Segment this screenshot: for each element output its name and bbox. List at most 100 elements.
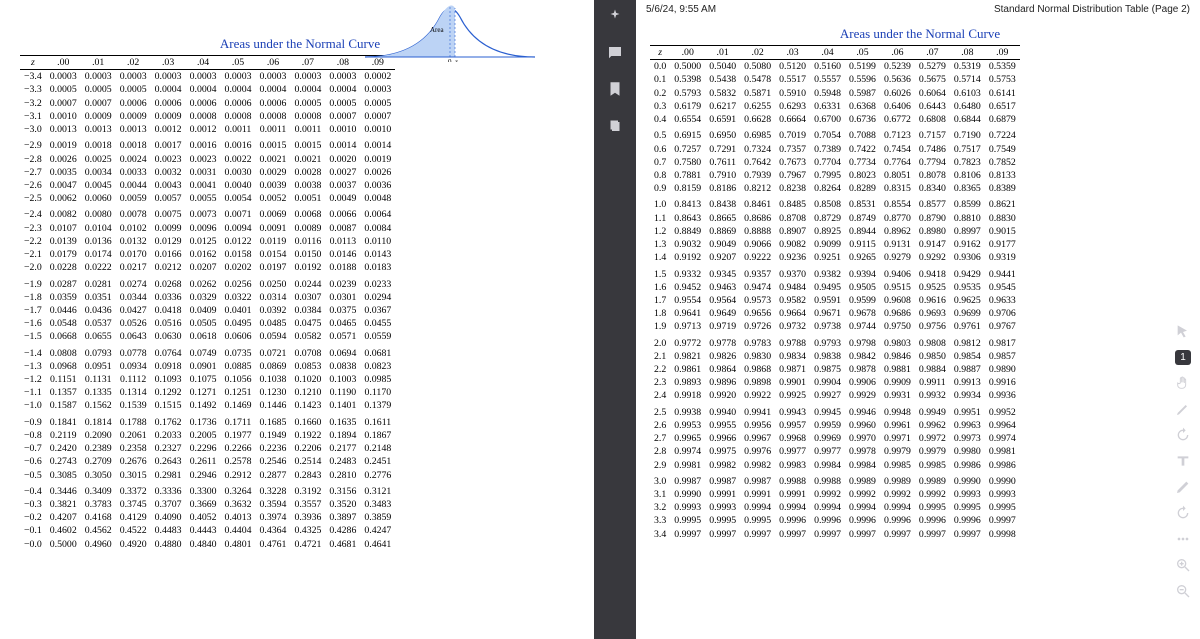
z-value: −3.2 xyxy=(20,97,46,110)
zoom-out-icon[interactable] xyxy=(1175,583,1191,599)
prob-cell: 0.0021 xyxy=(256,153,291,166)
z-value: −0.9 xyxy=(20,416,46,429)
prob-cell: 0.2578 xyxy=(221,455,256,468)
prob-cell: 0.9649 xyxy=(705,307,740,320)
bookmark-icon[interactable] xyxy=(606,80,624,98)
prob-cell: 0.0212 xyxy=(151,261,186,274)
prob-cell: 0.0018 xyxy=(81,139,116,152)
prob-cell: 0.8508 xyxy=(810,198,845,211)
table-row: −2.20.01390.01360.01320.01290.01250.0122… xyxy=(20,235,395,248)
prob-cell: 0.0618 xyxy=(186,330,221,343)
prob-cell: 0.7823 xyxy=(950,156,985,169)
prob-cell: 0.2877 xyxy=(256,469,291,482)
prob-cell: 0.9671 xyxy=(810,307,845,320)
prob-cell: 0.2177 xyxy=(325,442,360,455)
table-row: 1.30.90320.90490.90660.90820.90990.91150… xyxy=(650,238,1020,251)
more-icon[interactable] xyxy=(1175,531,1191,547)
prob-cell: 0.1736 xyxy=(186,416,221,429)
table-row: 1.00.84130.84380.84610.84850.85080.85310… xyxy=(650,198,1020,211)
prob-cell: 0.7673 xyxy=(775,156,810,169)
prob-cell: 0.0122 xyxy=(221,235,256,248)
prob-cell: 0.5398 xyxy=(670,73,705,86)
prob-cell: 0.9798 xyxy=(845,337,880,350)
svg-text:z: z xyxy=(454,58,458,62)
prob-cell: 0.8770 xyxy=(880,212,915,225)
prob-cell: 0.0003 xyxy=(116,70,151,84)
prob-cell: 0.2266 xyxy=(221,442,256,455)
cursor-icon[interactable] xyxy=(1175,324,1191,340)
prob-cell: 0.8078 xyxy=(915,169,950,182)
pen-icon[interactable] xyxy=(1175,401,1191,417)
copy-icon[interactable] xyxy=(606,116,624,134)
prob-cell: 0.9474 xyxy=(740,281,775,294)
prob-cell: 0.4090 xyxy=(151,511,186,524)
prob-cell: 0.0823 xyxy=(360,360,395,373)
prob-cell: 0.9641 xyxy=(670,307,705,320)
prob-cell: 0.0011 xyxy=(221,123,256,136)
prob-cell: 0.7580 xyxy=(670,156,705,169)
prob-cell: 0.9990 xyxy=(670,488,705,501)
hand-icon[interactable] xyxy=(1175,375,1191,391)
prob-cell: 0.1446 xyxy=(256,399,291,412)
prob-cell: 0.9082 xyxy=(775,238,810,251)
prob-cell: 0.6808 xyxy=(915,113,950,126)
prob-cell: 0.1003 xyxy=(325,373,360,386)
prob-cell: 0.9306 xyxy=(950,251,985,264)
loop-icon[interactable] xyxy=(1175,427,1191,443)
prob-cell: 0.0179 xyxy=(46,248,81,261)
prob-cell: 0.9997 xyxy=(880,528,915,541)
table-row: −1.30.09680.09510.09340.09180.09010.0885… xyxy=(20,360,395,373)
prob-cell: 0.9967 xyxy=(740,432,775,445)
z-table-negative: z.00.01.02.03.04.05.06.07.08.09 −3.40.00… xyxy=(20,55,395,551)
prob-cell: 0.0222 xyxy=(81,261,116,274)
prob-cell: 0.0336 xyxy=(151,291,186,304)
prob-cell: 0.0409 xyxy=(186,304,221,317)
table-row: 1.10.86430.86650.86860.87080.87290.87490… xyxy=(650,212,1020,225)
prob-cell: 0.0015 xyxy=(256,139,291,152)
prob-cell: 0.0384 xyxy=(290,304,325,317)
prob-cell: 0.6844 xyxy=(950,113,985,126)
prob-cell: 0.5000 xyxy=(46,538,81,551)
prob-cell: 0.0694 xyxy=(325,347,360,360)
prob-cell: 0.9162 xyxy=(950,238,985,251)
prob-cell: 0.9693 xyxy=(915,307,950,320)
table-row: −0.10.46020.45620.45220.44830.44430.4404… xyxy=(20,524,395,537)
text-icon[interactable] xyxy=(1175,453,1191,469)
prob-cell: 0.9793 xyxy=(810,337,845,350)
z-value: −0.5 xyxy=(20,469,46,482)
prob-cell: 0.9115 xyxy=(845,238,880,251)
prob-cell: 0.0009 xyxy=(116,110,151,123)
prob-cell: 0.8365 xyxy=(950,182,985,195)
prob-cell: 0.0007 xyxy=(81,97,116,110)
z-value: −1.7 xyxy=(20,304,46,317)
prob-cell: 0.5438 xyxy=(705,73,740,86)
prob-cell: 0.5987 xyxy=(845,87,880,100)
prob-cell: 0.6141 xyxy=(985,87,1020,100)
prob-cell: 0.8849 xyxy=(670,225,705,238)
prob-cell: 0.3015 xyxy=(116,469,151,482)
prob-cell: 0.4286 xyxy=(325,524,360,537)
pencil-icon[interactable] xyxy=(1175,479,1191,495)
prob-cell: 0.0028 xyxy=(290,166,325,179)
prob-cell: 0.0018 xyxy=(116,139,151,152)
prob-cell: 0.9948 xyxy=(880,406,915,419)
prob-cell: 0.6772 xyxy=(880,113,915,126)
prob-cell: 0.9987 xyxy=(740,475,775,488)
prob-cell: 0.0005 xyxy=(325,97,360,110)
page-indicator[interactable]: 1 xyxy=(1175,350,1191,365)
prob-cell: 0.9965 xyxy=(670,432,705,445)
prob-cell: 0.9890 xyxy=(985,363,1020,376)
prob-cell: 0.7123 xyxy=(880,129,915,142)
redo-icon[interactable] xyxy=(1175,505,1191,521)
sparkle-icon[interactable] xyxy=(606,8,624,26)
prob-cell: 0.0091 xyxy=(256,222,291,235)
chat-icon[interactable] xyxy=(606,44,624,62)
zoom-in-icon[interactable] xyxy=(1175,557,1191,573)
prob-cell: 0.1190 xyxy=(325,386,360,399)
prob-cell: 0.3156 xyxy=(325,485,360,498)
prob-cell: 0.9940 xyxy=(705,406,740,419)
prob-cell: 0.9941 xyxy=(740,406,775,419)
prob-cell: 0.9826 xyxy=(705,350,740,363)
prob-cell: 0.8997 xyxy=(950,225,985,238)
prob-cell: 0.5714 xyxy=(950,73,985,86)
